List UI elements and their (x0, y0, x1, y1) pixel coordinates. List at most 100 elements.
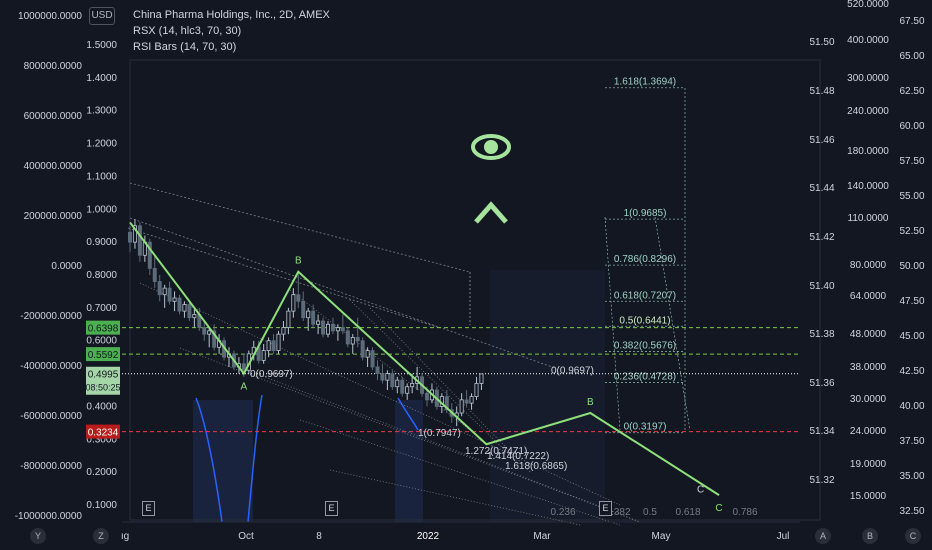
axis-mid-tick-5: 51.40 (809, 281, 834, 292)
wave-label-B-4: B (587, 397, 594, 408)
candle-body (306, 310, 311, 319)
candle-body (335, 327, 340, 332)
axis-price-tick-13: 0.2000 (86, 467, 117, 478)
session-band-2 (395, 400, 423, 522)
x-axis-tick-6: Jul (777, 531, 790, 542)
candle-body (187, 304, 192, 319)
candle-body (375, 366, 380, 374)
channel-line-8 (289, 289, 471, 431)
wave-label-C-5: C (715, 503, 722, 514)
wave-label-B-2: B (295, 256, 302, 267)
candle-body (321, 320, 326, 335)
candle-body (177, 297, 182, 312)
axis-mid-tick-8: 51.34 (809, 426, 834, 437)
candle-body (172, 297, 177, 302)
x-axis-tick-2: 8 (316, 531, 322, 542)
earnings-marker-3[interactable]: E (599, 501, 612, 516)
axis-mid-tick-3: 51.44 (809, 183, 834, 194)
axis-price-tick-6: 0.9000 (86, 237, 117, 248)
chevron-up-icon (474, 201, 508, 224)
axis-price-tick-11: 0.4000 (86, 401, 117, 412)
price-label-0: 0.6398 (88, 324, 119, 335)
candle-body (152, 268, 157, 282)
axis-log-tick-8: 64.0000 (850, 291, 887, 302)
x-axis-tick-3: 2022 (417, 531, 440, 542)
fib-label-3: 0.618(0.7207) (614, 290, 676, 301)
candle-body (370, 350, 375, 368)
axis-log-tick-14: 15.0000 (850, 491, 887, 502)
earnings-marker-2[interactable]: E (325, 501, 338, 516)
candle-body (157, 281, 162, 296)
candle-body (281, 327, 286, 335)
candle-body (266, 340, 271, 351)
candle-body (350, 337, 355, 345)
axis-price-tick-4: 1.1000 (86, 171, 117, 182)
axis-far-right-tick-6: 52.50 (899, 226, 924, 237)
axis-log-tick-6: 110.0000 (848, 213, 889, 224)
scale-y-button[interactable]: Y (30, 528, 46, 544)
scale-c-button[interactable]: C (905, 528, 921, 544)
candle-body (202, 327, 207, 335)
price-label-countdown: 08:50:25 (85, 383, 120, 393)
axis-far-right-tick-1: 65.00 (899, 51, 924, 62)
axis-far-left-tick-9: -800000.0000 (20, 461, 82, 472)
axis-log-tick-13: 19.0000 (850, 459, 887, 470)
axis-far-left-tick-8: -600000.0000 (20, 411, 82, 422)
candle-body (162, 287, 167, 296)
earnings-marker-1[interactable]: E (142, 501, 155, 516)
axis-log-tick-4: 180.0000 (847, 146, 889, 157)
annotation-4: 1.618(0.6865) (505, 461, 567, 472)
axis-log-tick-10: 38.0000 (850, 362, 887, 373)
axis-mid-tick-7: 51.36 (809, 378, 834, 389)
axis-price-tick-5: 1.0000 (86, 204, 117, 215)
bottom-fib-label-0: 0.236 (550, 507, 575, 518)
indicator-rsi-bars-label[interactable]: RSI Bars (14, 70, 30) (133, 39, 330, 55)
axis-price-tick-2: 1.3000 (86, 106, 117, 117)
candle-body (405, 386, 410, 394)
candle-body (241, 363, 246, 371)
chart-legend: China Pharma Holdings, Inc., 2D, AMEX RS… (133, 7, 330, 55)
axis-far-right-tick-5: 55.00 (899, 191, 924, 202)
fib-label-4: 0.5(0.6441) (619, 315, 670, 326)
x-axis-tick-5: May (652, 531, 671, 542)
axis-far-right-tick-8: 47.50 (899, 296, 924, 307)
chart-canvas[interactable]: 1.618(1.3694) 1(0.9685) 0.786(0.8296) 0.618… (0, 0, 932, 550)
projection-band (490, 270, 605, 522)
axis-far-left-tick-10: -1000000.0000 (15, 511, 83, 522)
candle-body (424, 392, 429, 401)
fib-label-6: 0.236(0.4728) (614, 371, 676, 382)
candle-body (345, 330, 350, 345)
axis-log-tick-2: 300.0000 (847, 73, 889, 84)
fib-diag-1 (604, 216, 621, 431)
axis-price-tick-3: 1.2000 (86, 139, 117, 150)
axis-far-left-tick-6: -200000.0000 (20, 311, 82, 322)
candle-body (192, 314, 197, 319)
eye-pupil-icon (484, 140, 498, 154)
scale-b-button[interactable]: B (862, 528, 878, 544)
scale-a-button[interactable]: A (815, 528, 831, 544)
axis-far-right-tick-11: 40.00 (899, 401, 924, 412)
axis-far-right-tick-4: 57.50 (899, 156, 924, 167)
currency-button[interactable]: USD (89, 7, 115, 25)
bottom-fib-label-4: 0.786 (732, 507, 757, 518)
symbol-title[interactable]: China Pharma Holdings, Inc., 2D, AMEX (133, 7, 330, 23)
candle-body (395, 379, 400, 388)
bottom-fib-label-3: 0.618 (675, 507, 700, 518)
axis-log-tick-0: 520.0000 (847, 0, 889, 10)
scale-z-button[interactable]: Z (93, 528, 109, 544)
axis-log-tick-11: 30.0000 (850, 394, 887, 405)
fib-label-5: 0.382(0.5676) (614, 341, 676, 352)
fib-label-7: 0(0.3197) (624, 422, 667, 433)
annotation-6: C (697, 485, 704, 496)
candle-body (355, 337, 360, 342)
x-axis-tick-0: ıg (121, 531, 129, 542)
wave-label-A-1: A (241, 382, 248, 393)
axis-price-tick-9: 0.6000 (86, 336, 117, 347)
candle-body (380, 373, 385, 381)
indicator-rsx-label[interactable]: RSX (14, hlc3, 70, 30) (133, 23, 330, 39)
candle-body (276, 333, 281, 351)
axis-far-right-tick-13: 35.00 (899, 471, 924, 482)
price-label-1: 0.5592 (88, 350, 119, 361)
candle-body (360, 340, 365, 358)
axis-mid-tick-4: 51.42 (809, 232, 834, 243)
